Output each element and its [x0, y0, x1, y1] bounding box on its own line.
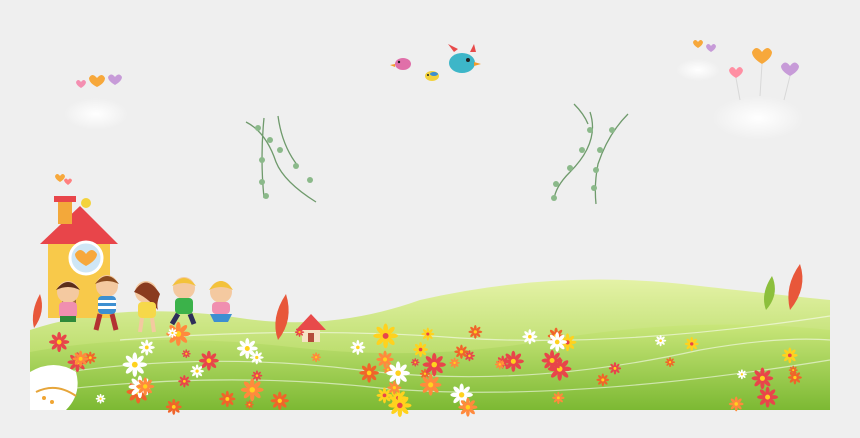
flower [468, 324, 483, 339]
flower [751, 367, 774, 390]
clouds [64, 59, 804, 140]
bird-icon [390, 58, 411, 70]
bird-icon [81, 198, 91, 208]
flower [138, 339, 155, 356]
flower [386, 361, 410, 385]
flower [136, 377, 155, 396]
flower [359, 363, 379, 383]
flower [454, 344, 469, 359]
flower [249, 350, 264, 365]
cloud [712, 96, 804, 140]
heart-icon [89, 75, 105, 87]
bird-icon [425, 71, 439, 81]
flower [72, 350, 89, 367]
flower [422, 353, 446, 377]
flower [219, 390, 236, 408]
birds [390, 44, 481, 81]
flower [449, 357, 460, 369]
flower [311, 352, 321, 363]
heart-icon [781, 62, 799, 76]
flower [178, 375, 191, 388]
flower [167, 328, 178, 338]
flower [655, 335, 667, 347]
cloud [676, 59, 720, 81]
flower [245, 400, 254, 409]
flower [122, 352, 148, 377]
flower [190, 364, 204, 379]
flower [95, 393, 106, 404]
flower [410, 358, 420, 367]
flower [388, 393, 412, 418]
flower [294, 327, 305, 337]
flower [270, 391, 289, 411]
flower [494, 359, 505, 370]
heart-icon [729, 67, 743, 78]
flower [251, 370, 263, 381]
flower [502, 350, 524, 372]
flower [350, 339, 366, 355]
heart-icon [55, 174, 65, 182]
cloud [64, 98, 128, 130]
flower [166, 321, 191, 346]
flower [547, 332, 568, 352]
flower [376, 387, 393, 404]
heart-icon [752, 48, 772, 64]
flower [522, 329, 538, 345]
bird-icon [448, 44, 481, 73]
lily-flower [30, 365, 78, 410]
flower [458, 397, 478, 417]
flower [781, 347, 798, 364]
flower [684, 336, 699, 352]
flower [736, 369, 747, 380]
flower [665, 357, 675, 368]
flower [412, 341, 429, 358]
flower [419, 374, 442, 396]
kids-meadow-illustration [30, 40, 831, 418]
heart-icon [706, 44, 716, 52]
heart-icon [64, 178, 72, 185]
flower [596, 373, 610, 387]
flower [608, 362, 622, 375]
flower [49, 331, 70, 353]
flower [421, 327, 435, 341]
heart-icon [108, 74, 122, 85]
flower [181, 349, 191, 359]
flower [541, 350, 563, 372]
flower [240, 378, 264, 402]
flower [165, 398, 182, 415]
hanging-vines [245, 103, 629, 205]
flower [757, 386, 779, 408]
flower [787, 370, 802, 385]
flower [373, 323, 398, 349]
flower [552, 391, 565, 404]
child [209, 281, 233, 322]
flower [728, 396, 744, 412]
heart-icon [76, 80, 86, 88]
heart-icon [693, 40, 703, 48]
